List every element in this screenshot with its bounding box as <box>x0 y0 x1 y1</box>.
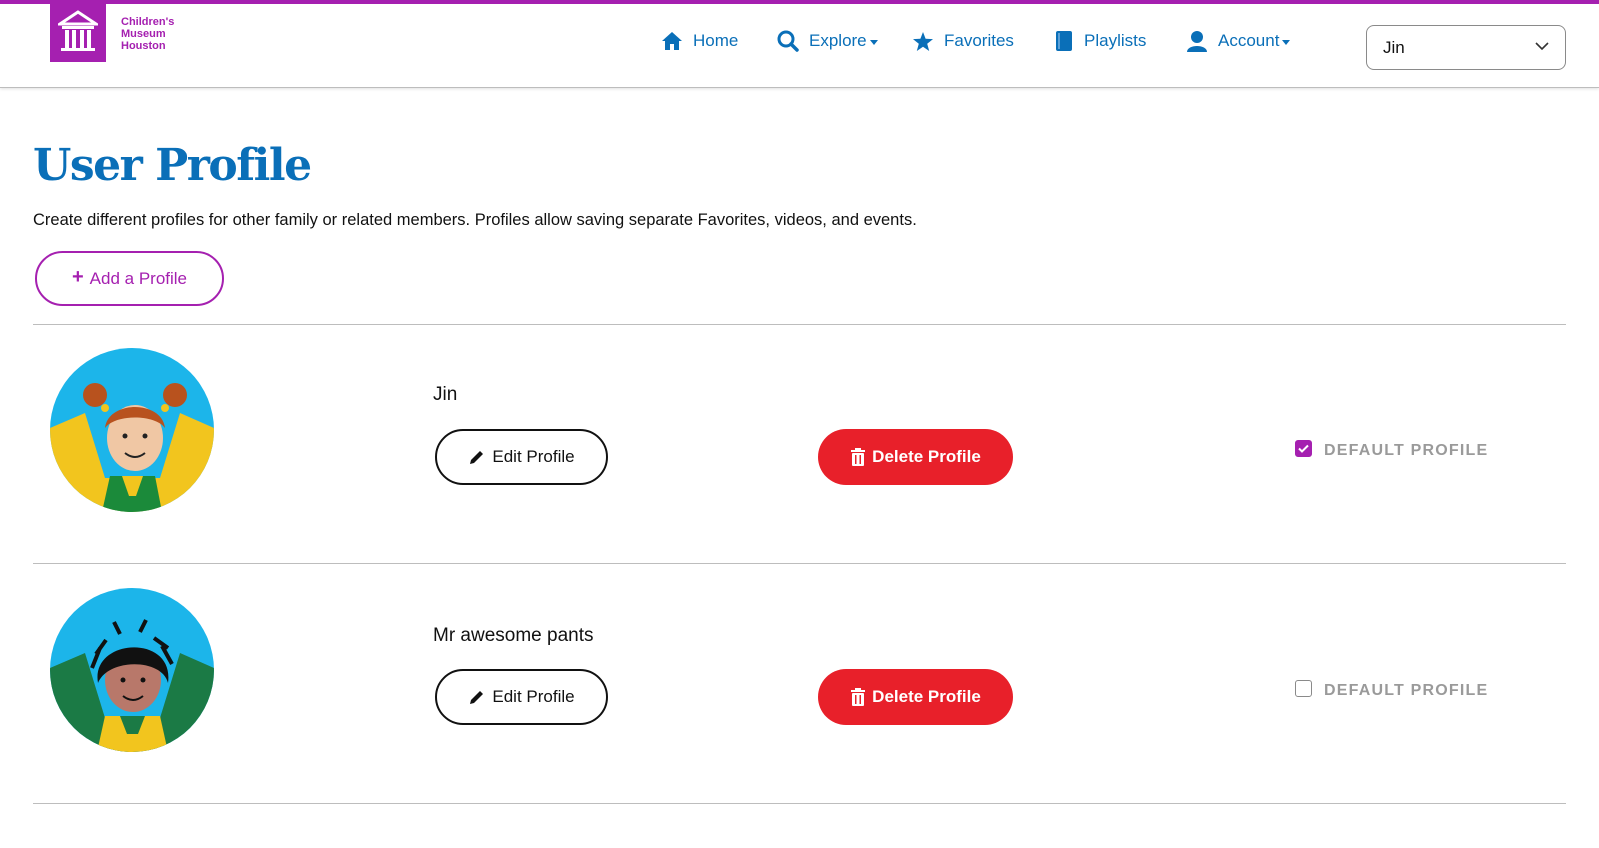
nav-playlists-label: Playlists <box>1084 31 1147 50</box>
add-profile-label: Add a Profile <box>89 268 188 288</box>
profile-name: Mr awesome pants <box>433 625 594 646</box>
delete-profile-button[interactable]: Delete Profile <box>818 429 1013 485</box>
nav-home[interactable]: Home <box>661 26 738 56</box>
nav-playlists[interactable]: Playlists <box>1054 26 1146 56</box>
search-icon <box>777 30 799 52</box>
default-profile-checkbox[interactable] <box>1295 679 1312 697</box>
edit-profile-button[interactable]: Edit Profile <box>435 669 608 725</box>
trash-icon <box>851 688 866 706</box>
nav-explore-label: Explore <box>809 31 867 50</box>
chevron-down-icon <box>1282 39 1291 45</box>
brand-name[interactable]: Children's Museum Houston <box>121 16 211 52</box>
trash-icon <box>851 448 866 466</box>
default-profile-label: DEFAULT PROFILE <box>1324 682 1489 699</box>
delete-profile-button[interactable]: Delete Profile <box>818 669 1013 725</box>
nav-account[interactable]: Account <box>1186 26 1291 56</box>
star-icon <box>913 31 933 51</box>
profile-name: Jin <box>433 384 458 405</box>
museum-logo[interactable] <box>50 4 106 62</box>
pencil-icon <box>470 691 484 704</box>
avatar <box>50 348 214 512</box>
pencil-icon <box>470 451 484 464</box>
nav-favorites[interactable]: Favorites <box>912 26 1014 56</box>
divider <box>33 324 1566 325</box>
profile-selector[interactable]: Jin <box>1366 25 1566 70</box>
divider <box>33 563 1566 564</box>
boy-avatar-icon <box>50 588 214 752</box>
add-profile-button[interactable]: + Add a Profile <box>35 251 224 306</box>
default-profile-checkbox[interactable] <box>1295 439 1312 457</box>
chevron-down-icon <box>869 39 878 45</box>
divider <box>33 803 1566 804</box>
page-intro: Create different profiles for other fami… <box>33 211 917 229</box>
delete-profile-label: Delete Profile <box>872 447 981 466</box>
default-profile-toggle[interactable]: DEFAULT PROFILE <box>1295 679 1489 702</box>
brand-name-line: Houston <box>121 40 166 52</box>
brand-name-line: Children's <box>121 16 175 28</box>
nav-explore[interactable]: Explore <box>777 26 878 56</box>
book-icon <box>1056 31 1072 51</box>
edit-profile-label: Edit Profile <box>492 687 575 706</box>
user-icon <box>1187 31 1207 52</box>
home-icon <box>662 32 682 50</box>
top-navigation-bar: Children's Museum Houston Home Explore F… <box>0 0 1599 88</box>
checkmark-icon <box>1298 444 1309 453</box>
plus-icon: + <box>71 266 84 288</box>
page-title: User Profile <box>33 140 312 191</box>
avatar <box>50 588 214 752</box>
brand-name-line: Museum <box>121 28 166 40</box>
nav-account-label: Account <box>1218 31 1280 50</box>
edit-profile-label: Edit Profile <box>492 447 575 466</box>
nav-home-label: Home <box>693 31 739 50</box>
chevron-down-icon <box>1535 42 1549 51</box>
museum-building-icon <box>58 10 98 51</box>
edit-profile-button[interactable]: Edit Profile <box>435 429 608 485</box>
profile-selector-value: Jin <box>1383 37 1405 57</box>
default-profile-toggle[interactable]: DEFAULT PROFILE <box>1295 439 1489 462</box>
default-profile-label: DEFAULT PROFILE <box>1324 442 1489 459</box>
nav-favorites-label: Favorites <box>944 31 1014 50</box>
girl-avatar-icon <box>50 348 214 512</box>
delete-profile-label: Delete Profile <box>872 687 981 706</box>
